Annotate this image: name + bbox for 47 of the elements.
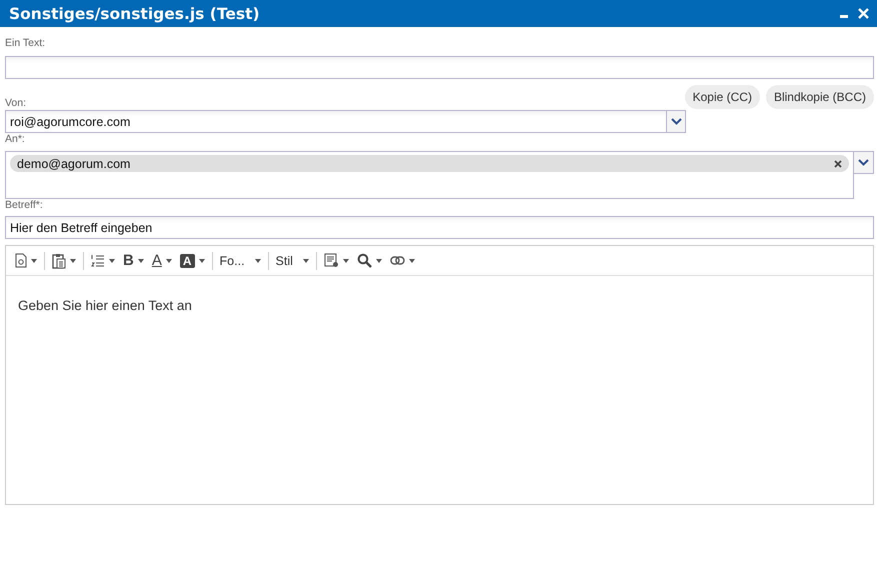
caret-icon <box>254 258 261 262</box>
caret-icon <box>70 258 76 262</box>
link-icon <box>390 256 405 265</box>
field-label: An*: <box>5 133 25 145</box>
cc-button[interactable]: Blindkopie (BCC) <box>766 85 874 109</box>
caret-icon <box>31 258 37 262</box>
window-title: Sonstiges/sonstiges.js (Test) <box>9 4 260 22</box>
toolbar-button[interactable]: A <box>178 250 206 272</box>
caret-icon <box>198 258 205 262</box>
caret-icon <box>342 258 349 262</box>
field-label: Ein Text: <box>5 37 46 49</box>
search-icon <box>356 253 372 268</box>
caret-icon <box>408 258 415 262</box>
caret-icon <box>109 258 115 262</box>
caret-icon <box>376 258 382 262</box>
template-icon <box>324 253 339 268</box>
chevron-down-icon <box>858 159 870 166</box>
editor-text: Geben Sie hier einen Text an <box>18 298 192 313</box>
combo-label: Fo... <box>220 254 245 268</box>
combo-label: Stil <box>276 254 293 268</box>
recipient-field[interactable]: demo@agorum.com <box>5 151 854 199</box>
caret-icon <box>166 258 172 262</box>
remove-icon[interactable] <box>834 160 842 168</box>
chevron-down-icon <box>670 118 682 125</box>
close-icon[interactable] <box>858 8 869 19</box>
field-label: Von: <box>5 97 26 109</box>
bold-label: B <box>123 252 134 269</box>
toolbar-button[interactable]: B <box>122 250 145 272</box>
recipient-chip[interactable]: demo@agorum.com <box>10 155 850 172</box>
sender-select[interactable]: roi@agorumcore.com <box>5 110 686 133</box>
document-icon <box>15 253 27 268</box>
recipient-address: demo@agorum.com <box>17 156 130 170</box>
toolbar-button[interactable]: Stil <box>274 250 310 272</box>
cc-button[interactable]: Kopie (CC) <box>684 85 760 109</box>
text-field[interactable] <box>5 56 874 79</box>
toolbar-button[interactable]: Fo... <box>218 250 262 272</box>
caret-icon <box>138 258 144 262</box>
clipboard-icon <box>52 252 66 268</box>
caret-icon <box>302 258 309 262</box>
background-color-label: A <box>180 254 195 268</box>
text-editor[interactable]: B A A Fo... Stil Geben Sie hier einen Text an <box>5 245 874 505</box>
dropdown-button[interactable] <box>854 151 874 174</box>
numbered-list-icon <box>91 254 105 268</box>
font-color-label: A <box>152 252 162 269</box>
toolbar-button[interactable]: A <box>150 250 173 272</box>
subject-field[interactable]: Hier den Betreff eingeben <box>5 216 874 239</box>
field-label: Betreff*: <box>5 199 43 211</box>
